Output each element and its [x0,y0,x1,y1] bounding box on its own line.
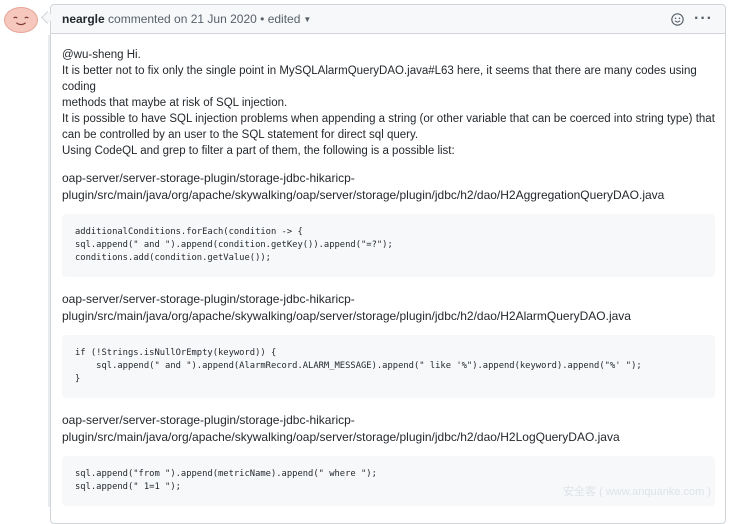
file-path-part: plugin/src/main/java/org/apache/skywalki… [62,309,631,323]
file-path-aggregation: oap-server/server-storage-plugin/storage… [62,170,702,204]
comment-header-text: neargle commented on 21 Jun 2020 • edite… [62,5,311,34]
body-line: It is better not to fix only the single … [62,65,697,93]
body-line: can be controlled by an user to the SQL … [62,129,419,141]
code-block-aggregation: additionalConditions.forEach(condition -… [62,214,715,277]
separator: • [260,12,265,26]
avatar-face-icon [13,16,29,26]
body-line: methods that maybe at risk of SQL inject… [62,97,288,109]
chevron-down-icon: ▼ [303,15,312,24]
file-path-part: oap-server/server-storage-plugin/storage… [62,171,355,185]
avatar[interactable] [4,7,38,33]
body-line: It is possible to have SQL injection pro… [62,113,715,125]
emoji-smiley-icon[interactable] [671,12,684,26]
comment-body: @wu-sheng Hi. It is better not to fix on… [62,47,717,506]
edited-label: edited [267,12,301,26]
kebab-horizontal-icon[interactable]: ··· [694,5,713,33]
file-path-log: oap-server/server-storage-plugin/storage… [62,412,702,446]
file-path-alarm: oap-server/server-storage-plugin/storage… [62,291,702,325]
comment-actions: ··· [671,5,713,33]
comment-header: neargle commented on 21 Jun 2020 • edite… [51,5,725,34]
comment-meta[interactable]: commented on 21 Jun 2020 [108,12,257,26]
file-path-part: plugin/src/main/java/org/apache/skywalki… [62,430,620,444]
code-block-alarm: if (!Strings.isNullOrEmpty(keyword)) { s… [62,335,715,398]
comment-author[interactable]: neargle [62,12,105,26]
mention-line: @wu-sheng Hi. [62,49,141,61]
edited-dropdown[interactable]: edited ▼ [268,12,312,26]
file-path-part: oap-server/server-storage-plugin/storage… [62,292,355,306]
file-path-part: plugin/src/main/java/org/apache/skywalki… [62,188,665,202]
file-path-part: oap-server/server-storage-plugin/storage… [62,413,355,427]
comment-container: neargle commented on 21 Jun 2020 • edite… [50,4,726,524]
watermark-text: 安全客 ( www.anquanke.com ) [563,486,711,498]
body-line: Using CodeQL and grep to filter a part o… [62,145,455,157]
